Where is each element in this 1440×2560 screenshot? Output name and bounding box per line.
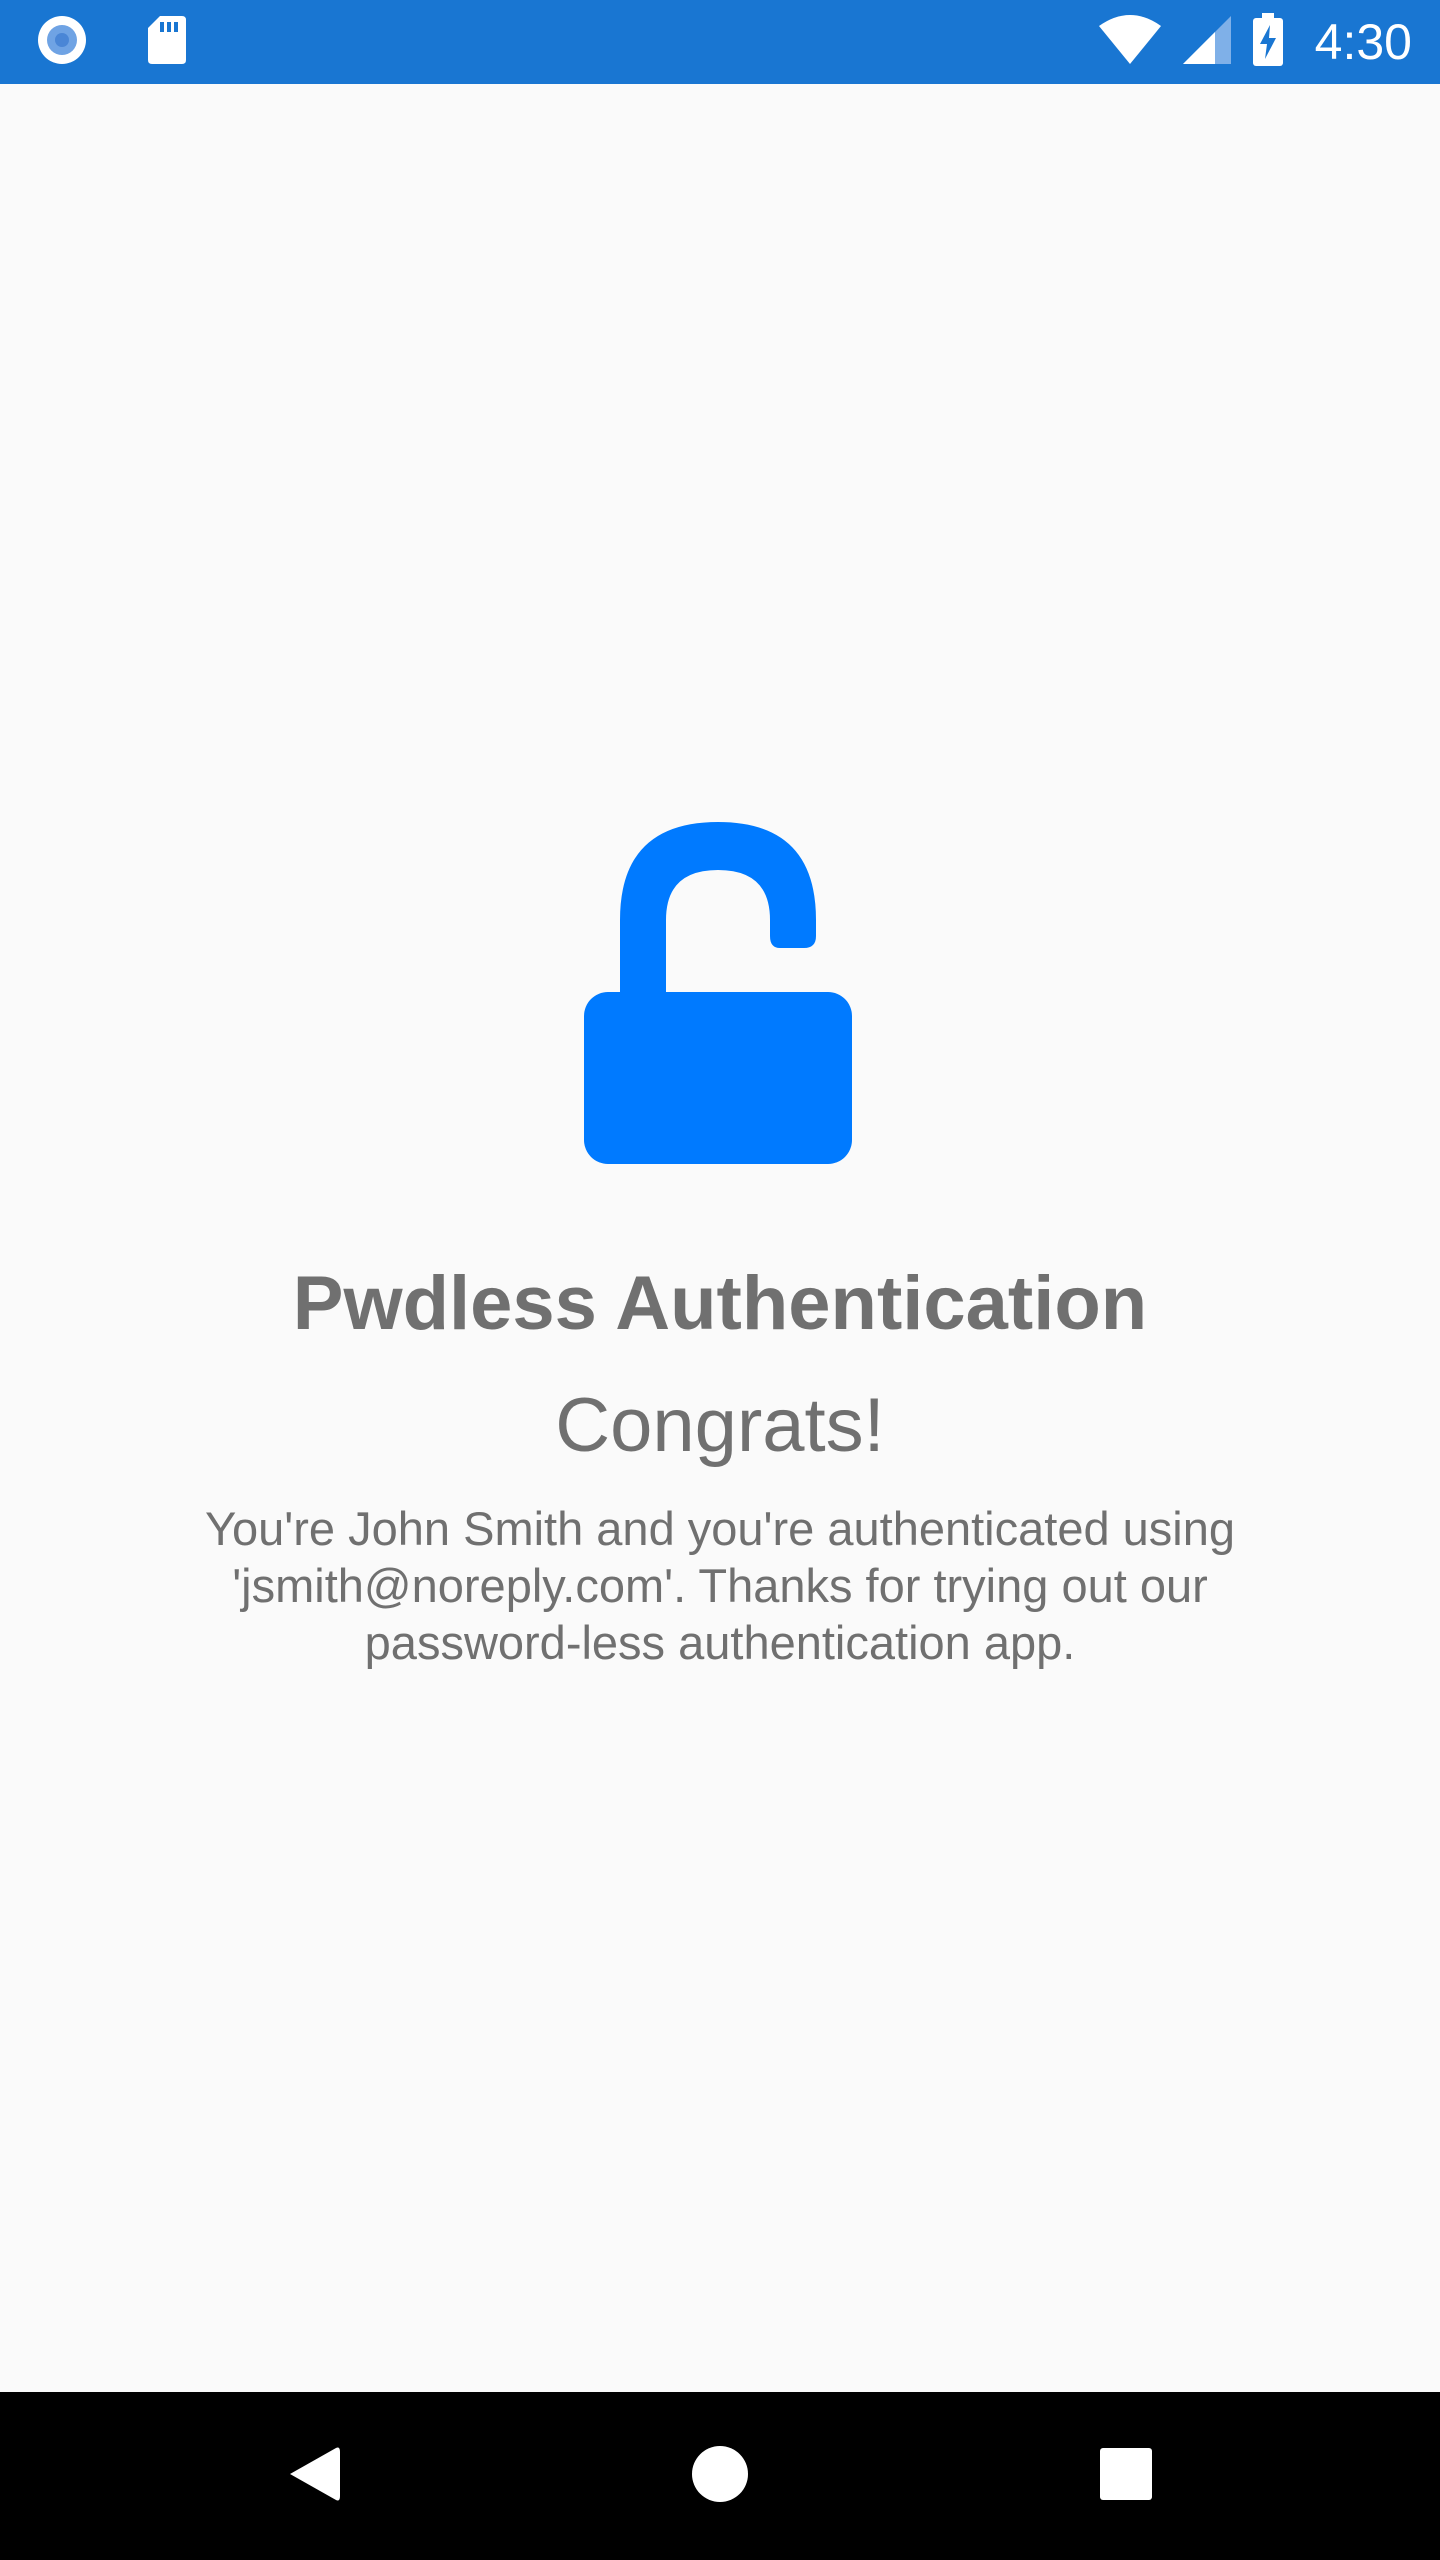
status-left-icons	[36, 14, 188, 71]
home-button[interactable]	[640, 2392, 800, 2560]
back-button[interactable]	[234, 2392, 394, 2560]
back-icon	[286, 2444, 342, 2509]
app-screen: 4:30 Pwdless Authentication Congrats! Yo…	[0, 0, 1440, 2560]
unlocked-padlock-icon	[580, 820, 856, 1168]
sync-circle-icon	[36, 14, 88, 71]
status-right-icons: 4:30	[1097, 0, 1412, 84]
auth-message: You're John Smith and you're authenticat…	[204, 1502, 1236, 1669]
congrats-heading: Congrats!	[555, 1383, 885, 1468]
recents-button[interactable]	[1046, 2392, 1206, 2560]
wifi-icon	[1097, 14, 1163, 71]
sd-card-icon	[146, 14, 188, 71]
navigation-bar	[0, 2392, 1440, 2560]
status-bar: 4:30	[0, 0, 1440, 84]
page-title: Pwdless Authentication	[292, 1261, 1148, 1346]
cellular-signal-icon	[1181, 14, 1233, 71]
home-icon	[691, 2445, 749, 2508]
recents-icon	[1099, 2447, 1153, 2506]
battery-charging-icon	[1251, 12, 1285, 72]
status-time: 4:30	[1314, 14, 1412, 70]
